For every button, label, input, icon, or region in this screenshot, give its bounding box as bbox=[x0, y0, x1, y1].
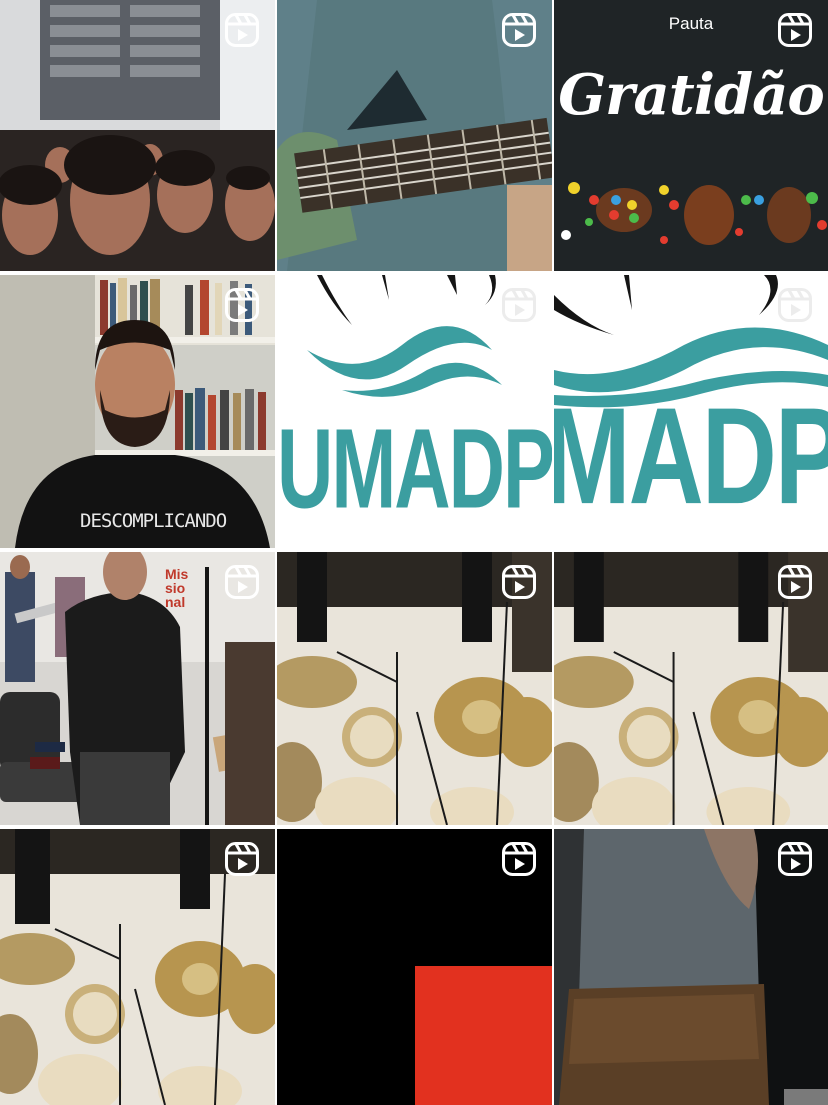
reels-icon bbox=[778, 842, 812, 876]
reel-thumbnail-5[interactable]: UMADPH bbox=[277, 275, 552, 548]
reels-icon bbox=[225, 842, 259, 876]
reel-thumbnail-2[interactable] bbox=[277, 0, 552, 271]
reels-icon bbox=[502, 13, 536, 47]
reels-icon bbox=[778, 13, 812, 47]
logo-text: UMADPH bbox=[277, 404, 552, 533]
reels-icon bbox=[225, 13, 259, 47]
reel-thumbnail-8[interactable] bbox=[277, 552, 552, 825]
reel-thumbnail-4[interactable]: DESCOMPLICANDO bbox=[0, 275, 275, 548]
shirt-text: DESCOMPLICANDO bbox=[80, 510, 227, 532]
reels-icon bbox=[778, 288, 812, 322]
reel-thumbnail-9[interactable] bbox=[554, 552, 828, 825]
reel-thumbnail-1[interactable] bbox=[0, 0, 275, 271]
reel-thumbnail-7[interactable]: Mis sio nal bbox=[0, 552, 275, 825]
reel-thumbnail-6[interactable]: MADPH bbox=[554, 275, 828, 548]
thumbnail-title: Gratidão bbox=[558, 62, 825, 128]
reels-icon bbox=[225, 565, 259, 599]
reels-icon bbox=[502, 288, 536, 322]
reels-icon bbox=[502, 565, 536, 599]
reel-thumbnail-3[interactable]: Pauta Gratidão bbox=[554, 0, 828, 271]
reel-thumbnail-12[interactable] bbox=[554, 829, 828, 1105]
reel-thumbnail-11[interactable] bbox=[277, 829, 552, 1105]
reel-thumbnail-10[interactable] bbox=[0, 829, 275, 1105]
logo-text: MADPH bbox=[554, 380, 828, 534]
reels-icon bbox=[778, 565, 812, 599]
reels-icon bbox=[502, 842, 536, 876]
reels-grid: Pauta Gratidão DESCOMPLICANDO UMADP MAD … bbox=[0, 0, 828, 1105]
reels-icon bbox=[225, 288, 259, 322]
sign-text: Mis sio nal bbox=[165, 566, 189, 610]
